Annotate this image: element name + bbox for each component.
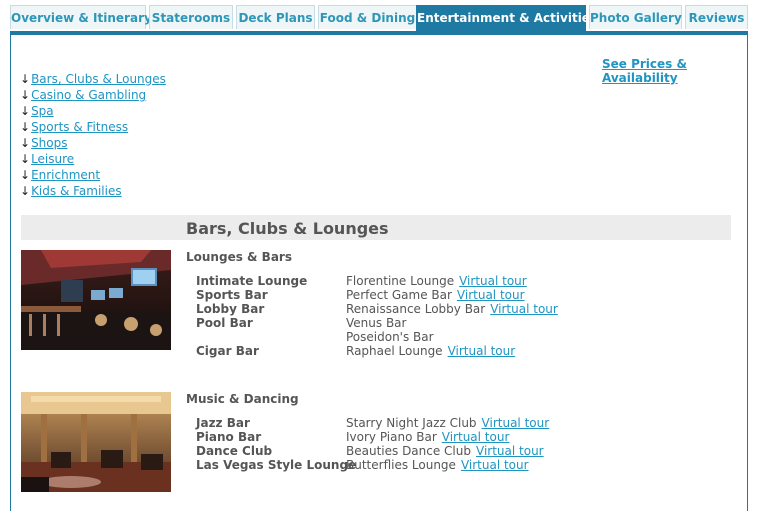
anchor-link-casino[interactable]: Casino & Gambling	[31, 88, 146, 102]
venue-type: Intimate Lounge	[196, 274, 308, 288]
arrow-down-icon: ↓	[20, 72, 31, 86]
list-item: ↓Bars, Clubs & Lounges	[20, 71, 166, 87]
venue-type: Piano Bar	[196, 430, 262, 444]
group-title-lounges: Lounges & Bars	[186, 250, 292, 264]
tab-photo-gallery[interactable]: Photo Gallery	[589, 5, 682, 29]
virtual-tour-link[interactable]: Virtual tour	[459, 274, 527, 288]
section-title: Bars, Clubs & Lounges	[186, 219, 389, 238]
arrow-down-icon: ↓	[20, 88, 31, 102]
venue-type: Las Vegas Style Lounge	[196, 458, 357, 472]
venue-name: Raphael Lounge Virtual tour	[346, 344, 516, 358]
tab-deck-plans[interactable]: Deck Plans	[236, 5, 315, 29]
anchor-link-leisure[interactable]: Leisure	[31, 152, 74, 166]
virtual-tour-link[interactable]: Virtual tour	[448, 344, 516, 358]
sports-bar-photo	[21, 250, 171, 350]
tab-overview-itinerary[interactable]: Overview & Itinerary	[10, 5, 152, 29]
group-title-music: Music & Dancing	[186, 392, 299, 406]
virtual-tour-link[interactable]: Virtual tour	[442, 430, 510, 444]
tab-food-dining[interactable]: Food & Dining	[318, 5, 417, 29]
virtual-tour-link[interactable]: Virtual tour	[476, 444, 544, 458]
virtual-tour-link[interactable]: Virtual tour	[482, 416, 550, 430]
anchor-link-sports[interactable]: Sports & Fitness	[31, 120, 128, 134]
arrow-down-icon: ↓	[20, 120, 31, 134]
list-item: ↓Shops	[20, 135, 166, 151]
list-item: ↓Leisure	[20, 151, 166, 167]
venue-name: Poseidon's Bar	[346, 330, 434, 344]
anchor-link-enrichment[interactable]: Enrichment	[31, 168, 100, 182]
tab-reviews[interactable]: Reviews	[685, 5, 748, 29]
venue-name: Butterflies Lounge Virtual tour	[346, 458, 529, 472]
venue-name: Ivory Piano Bar Virtual tour	[346, 430, 510, 444]
venue-type: Lobby Bar	[196, 302, 265, 316]
anchor-link-bars[interactable]: Bars, Clubs & Lounges	[31, 72, 166, 86]
venue-name: Beauties Dance Club Virtual tour	[346, 444, 544, 458]
venue-name: Renaissance Lobby Bar Virtual tour	[346, 302, 558, 316]
list-item: ↓Enrichment	[20, 167, 166, 183]
anchor-link-shops[interactable]: Shops	[31, 136, 67, 150]
venue-type: Pool Bar	[196, 316, 253, 330]
venue-type: Sports Bar	[196, 288, 268, 302]
arrow-down-icon: ↓	[20, 168, 31, 182]
jazz-club-photo	[21, 392, 171, 492]
anchor-link-kids[interactable]: Kids & Families	[31, 184, 122, 198]
section-anchor-list: ↓Bars, Clubs & Lounges ↓Casino & Gamblin…	[20, 71, 166, 199]
see-prices-link[interactable]: See Prices & Availability	[602, 57, 765, 85]
venue-name: Venus Bar	[346, 316, 407, 330]
anchor-link-spa[interactable]: Spa	[31, 104, 54, 118]
tab-staterooms[interactable]: Staterooms	[149, 5, 233, 29]
arrow-down-icon: ↓	[20, 184, 31, 198]
list-item: ↓Kids & Families	[20, 183, 166, 199]
list-item: ↓Casino & Gambling	[20, 87, 166, 103]
arrow-down-icon: ↓	[20, 136, 31, 150]
virtual-tour-link[interactable]: Virtual tour	[461, 458, 529, 472]
venue-type: Dance Club	[196, 444, 273, 458]
arrow-down-icon: ↓	[20, 104, 31, 118]
tab-entertainment-activities[interactable]: Entertainment & Activities	[416, 5, 597, 31]
section-header: Bars, Clubs & Lounges	[21, 215, 731, 240]
list-item: ↓Sports & Fitness	[20, 119, 166, 135]
venue-name: Perfect Game Bar Virtual tour	[346, 288, 525, 302]
venue-type: Jazz Bar	[196, 416, 250, 430]
venue-name: Florentine Lounge Virtual tour	[346, 274, 527, 288]
venue-type: Cigar Bar	[196, 344, 259, 358]
virtual-tour-link[interactable]: Virtual tour	[490, 302, 558, 316]
venue-name: Starry Night Jazz Club Virtual tour	[346, 416, 550, 430]
virtual-tour-link[interactable]: Virtual tour	[457, 288, 525, 302]
arrow-down-icon: ↓	[20, 152, 31, 166]
list-item: ↓Spa	[20, 103, 166, 119]
